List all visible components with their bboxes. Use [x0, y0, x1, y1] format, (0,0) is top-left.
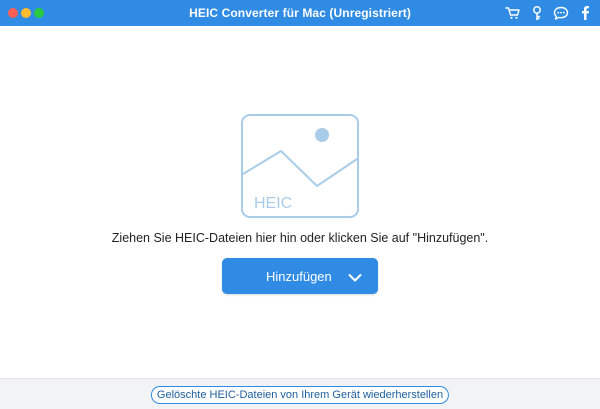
drop-hint: Ziehen Sie HEIC-Dateien hier hin oder kl… — [111, 231, 489, 245]
add-button-label: Hinzufügen — [266, 269, 332, 284]
add-button[interactable]: Hinzufügen — [222, 258, 378, 294]
key-icon[interactable] — [528, 4, 546, 22]
restore-deleted-files-link[interactable]: Gelöschte HEIC-Dateien von Ihrem Gerät w… — [150, 386, 450, 404]
facebook-icon[interactable] — [576, 4, 594, 22]
toolbar-icons — [504, 4, 594, 22]
chevron-down-icon[interactable] — [348, 270, 362, 288]
image-placeholder: HEIC — [241, 114, 359, 218]
heic-image-icon: HEIC — [241, 114, 359, 218]
cart-icon[interactable] — [504, 4, 522, 22]
drop-zone[interactable]: HEIC Ziehen Sie HEIC-Dateien hier hin od… — [0, 26, 600, 378]
chat-icon[interactable] — [552, 4, 570, 22]
footer: Gelöschte HEIC-Dateien von Ihrem Gerät w… — [0, 378, 600, 409]
placeholder-text: HEIC — [254, 195, 292, 212]
title-bar: HEIC Converter für Mac (Unregistriert) — [0, 0, 600, 26]
